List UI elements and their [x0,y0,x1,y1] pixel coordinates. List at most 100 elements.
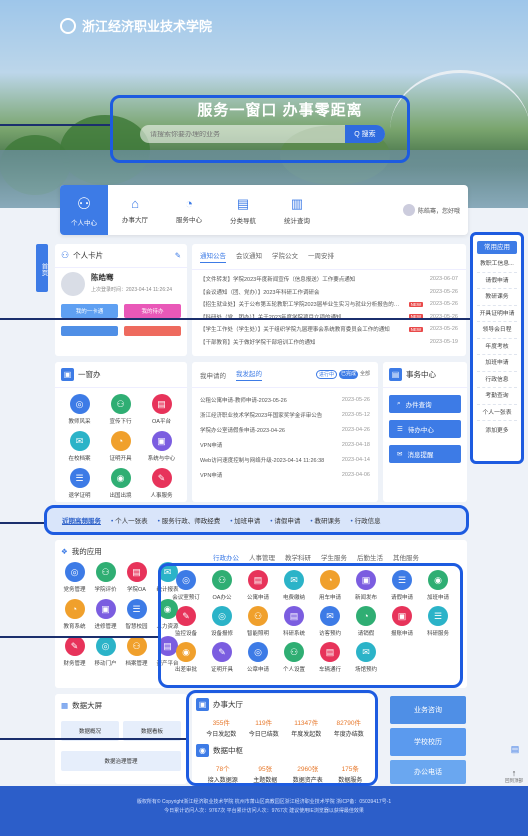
my-apps-right-item[interactable]: ✉ 电费缴纳 [276,570,312,601]
nav-category[interactable]: ▤ 分类导航 [216,185,270,235]
my-apps-right-item[interactable]: ✎ 监控设备 [168,606,204,637]
one-window-item[interactable]: ▣ 系统与中心 [141,431,182,462]
my-apps-left-item[interactable]: ◎ 移动门户 [90,636,121,667]
one-window-item[interactable]: ▤ OA平台 [141,394,182,425]
my-apps-left-item[interactable]: ▤ 学院OA [121,562,152,593]
data-governance-button[interactable]: 数据治理管理 [61,751,181,771]
phone-button[interactable]: 办公电话 [390,760,466,784]
my-apps-right-item[interactable]: ⚇ OA办公 [204,570,240,601]
shortcut-button[interactable] [124,326,181,336]
notice-row[interactable]: 【干部教育】关于做好学院干部培训工作的通知 2023-05-19 [192,336,466,349]
shortcut-button[interactable] [61,326,118,336]
hot-service-item[interactable]: 教研课务 [310,515,340,525]
my-apps-left-item[interactable]: ⚇ 档案管理 [121,636,152,667]
my-apps-right-item[interactable]: ☰ 科研服务 [420,606,456,637]
search-input[interactable] [140,130,345,138]
common-app-item[interactable]: 加班申请 [477,355,517,372]
nav-user[interactable]: 陈皓骞，您好哦 [402,185,468,235]
my-apps-left-item[interactable]: ▣ 进修管理 [90,599,121,630]
one-window-item[interactable]: ✎ 人事服务 [141,468,182,499]
one-window-item[interactable]: ◔ 证明开具 [100,431,141,462]
my-apps-right-item[interactable]: ✉ 场馆预约 [348,642,384,673]
tab-meeting[interactable]: 会议通知 [236,250,262,263]
my-apps-right-item[interactable]: ◉ 出差审批 [168,642,204,673]
my-apps-right-item[interactable]: ☰ 请假申请 [384,570,420,601]
filter-done[interactable]: 已完成 [338,370,358,379]
common-app-item[interactable]: 教职工信息... [477,256,517,273]
nav-personal-center[interactable]: ⚇ 个人中心 [60,185,108,235]
my-apps-right-item[interactable]: ⚇ 智能照明 [240,606,276,637]
my-apps-right-item[interactable]: ⚇ 个人设置 [276,642,312,673]
hot-service-item[interactable]: 个人一张表 [111,515,148,525]
my-apps-right-item[interactable]: ▤ 车辆通行 [312,642,348,673]
my-apps-left-item[interactable]: ◔ 教育系统 [59,599,90,630]
my-apps-left-item[interactable]: ⚇ 学院评价 [90,562,121,593]
nav-statistics[interactable]: ▥ 统计查询 [270,185,324,235]
tab-my-initiated[interactable]: 我发起的 [236,368,262,381]
one-window-item[interactable]: ✉ 在校档案 [59,431,100,462]
my-apps-right-item[interactable]: ◔ 请销假 [348,606,384,637]
notice-row[interactable]: 【文件转发】学院2023年度新闻宣传（信息报送）工作要点通知 2023-06-07 [192,273,466,286]
my-apps-right-item[interactable]: ✉ 访客预约 [312,606,348,637]
side-home-tab[interactable]: 首页 [36,244,48,292]
my-apps-left-item[interactable]: ◎ 党务管理 [59,562,90,593]
add-more-link[interactable]: 添加更多 [473,425,521,434]
back-to-top[interactable]: ↑ 回到顶部 [502,768,526,784]
my-apps-right-item[interactable]: ✎ 证明开具 [204,642,240,673]
filter-in-progress[interactable]: 进行中 [315,370,337,379]
doc-float-icon[interactable]: ▤ [506,744,524,755]
hot-service-item[interactable]: 加班申请 [230,515,260,525]
tab-documents[interactable]: 学院公文 [272,250,298,263]
edit-icon[interactable]: ✎ [175,251,181,260]
apply-row[interactable]: 学院办公室请假条申请-2023-04-26 2023-04-26 [192,422,378,437]
my-apps-right-item[interactable]: ◔ 用车申请 [312,570,348,601]
hot-service-item[interactable]: 服务行政、师政经费 [158,515,221,525]
notice-row[interactable]: 【会议通知（团、党办）】2023年科研工作调研会 2023-05-26 [192,286,466,299]
site-logo[interactable]: 浙江经济职业技术学院 [60,16,212,35]
common-app-item[interactable]: 教研课务 [477,289,517,306]
common-app-item[interactable]: 行政信息 [477,372,517,388]
my-apps-right-item[interactable]: ◉ 加班申请 [420,570,456,601]
search-button[interactable]: Q 搜索 [345,125,385,143]
my-apps-right-item[interactable]: ▤ 科研系统 [276,606,312,637]
tab-weekly[interactable]: 一周安排 [308,250,334,263]
one-window-item[interactable]: ☰ 退学证明 [59,468,100,499]
one-window-item[interactable]: ⚇ 宣传下行 [100,394,141,425]
todo-center-button[interactable]: ☰ 待办中心 [389,420,461,438]
my-apps-left-item[interactable]: ✎ 财务管理 [59,636,90,667]
notice-row[interactable]: 【学生工作处（学生处）】关于组织学院九届理事会系统教育委员会工作的通知 NEW 20… [192,323,466,336]
my-apps-right-item[interactable]: ▣ 新闻发布 [348,570,384,601]
common-app-item[interactable]: 开具证明申请 [477,306,517,322]
my-apps-right-item[interactable]: ◎ 公章申请 [240,642,276,673]
common-app-item[interactable]: 个人一张表 [477,405,517,421]
apply-row[interactable]: VPN申请 2023-04-18 [192,437,378,452]
nav-service-center[interactable]: ◔ 服务中心 [162,185,216,235]
consult-button[interactable]: 业务咨询 [390,696,466,724]
common-app-item[interactable]: 年度考核 [477,339,517,355]
apply-row[interactable]: 浙江经济职业技术学院2023年国家奖学金评审公告 2023-05-12 [192,407,378,422]
my-apps-right-item[interactable]: ◎ 设备报修 [204,606,240,637]
message-button[interactable]: ✉ 消息提醒 [389,445,461,463]
tab-notice[interactable]: 通知公告 [200,250,226,263]
common-app-item[interactable]: 请假申请 [477,273,517,289]
apply-row[interactable]: VPN申请 2023-04-06 [192,467,378,482]
apply-row[interactable]: 公租公寓申请-教师申请-2023-05-26 2023-05-26 [192,392,378,407]
calendar-button[interactable]: 学校校历 [390,728,466,756]
my-apps-right-item[interactable]: ◎ 会议室预订 [168,570,204,601]
hot-service-item[interactable]: 行政信息 [350,515,381,525]
hot-service-item[interactable]: 请假申请 [270,515,300,525]
apply-row[interactable]: Web访问速度控制与网络升级-2023-04-14 11:26:38 2023-0… [192,452,378,467]
nav-service-hall[interactable]: ⌂ 办事大厅 [108,185,162,235]
notice-row[interactable]: 【招生就业处】关于公布第五轮教职工学院2023届毕业生实习与就业分析报告的通知（… [192,298,466,311]
query-button[interactable]: ⌕ 办件查询 [389,395,461,413]
my-apps-right-item[interactable]: ▤ 公寓申请 [240,570,276,601]
tab-my-apply[interactable]: 我申请的 [200,370,226,380]
one-window-item[interactable]: ◉ 出国出境 [100,468,141,499]
common-app-item[interactable]: 领导会日程 [477,322,517,339]
todo-button[interactable]: 我的待办 [124,304,181,318]
one-window-item[interactable]: ◎ 教师风采 [59,394,100,425]
filter-all[interactable]: 全部 [360,370,370,379]
common-app-item[interactable]: 考勤查询 [477,388,517,405]
card-button[interactable]: 我的一卡通 [61,304,118,318]
my-apps-right-item[interactable]: ▣ 报账申请 [384,606,420,637]
